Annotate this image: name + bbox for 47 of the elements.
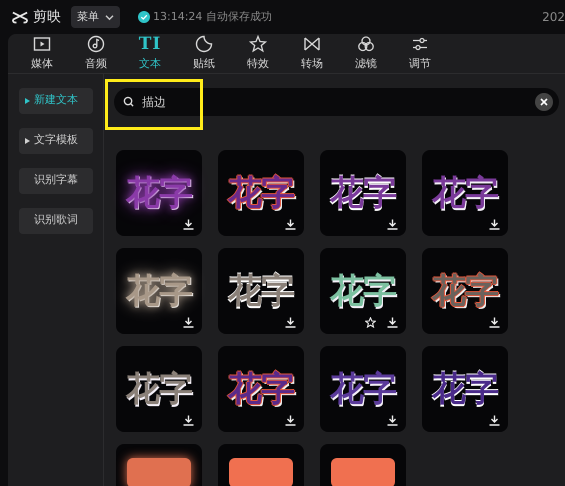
music-note-icon <box>86 34 106 54</box>
close-icon <box>540 98 548 106</box>
styled-text-preview: 花字 <box>330 176 396 210</box>
autosave-status: 13:14:24 自动保存成功 <box>153 8 272 25</box>
tab[interactable]: 调节 <box>393 34 447 72</box>
search-field[interactable]: 描边 <box>114 88 559 116</box>
text-glyph-icon: TI <box>138 34 162 54</box>
text-style-tile[interactable]: 花字 <box>116 248 202 334</box>
styled-text-preview: 花字 <box>432 274 498 308</box>
app-name: 剪映 <box>33 8 61 26</box>
expand-triangle-icon <box>24 98 30 104</box>
clear-button[interactable] <box>535 92 553 110</box>
sidebar-item[interactable]: 新建文本 <box>19 88 93 114</box>
styled-text-preview: 花字 <box>126 372 192 406</box>
styled-text-preview: 花字 <box>330 274 396 308</box>
logo-icon <box>10 9 30 25</box>
tab[interactable]: 贴纸 <box>177 34 231 72</box>
check-icon <box>138 11 150 23</box>
expand-triangle-icon <box>24 138 30 144</box>
styled-text-preview: 花字 <box>228 176 294 210</box>
tab[interactable]: 媒体 <box>15 34 69 72</box>
styled-text-preview: 花字 <box>432 372 498 406</box>
sidebar-item[interactable]: 文字模板 <box>19 128 93 154</box>
search-icon <box>123 96 134 107</box>
tab[interactable]: TI 文本 <box>123 34 177 72</box>
styled-text-preview: 花字 <box>126 274 192 308</box>
tab[interactable]: 音频 <box>69 34 123 72</box>
date-text: 202 <box>542 9 565 26</box>
tab[interactable]: 转场 <box>285 34 339 72</box>
text-style-tile[interactable]: 花字 <box>320 248 406 334</box>
filter-circles-icon <box>356 34 376 54</box>
search-input[interactable]: 描边 <box>142 92 527 110</box>
styled-text-preview: 花字 <box>228 372 294 406</box>
sparkle-star-icon <box>248 34 268 54</box>
text-style-tile[interactable]: 花字 <box>116 346 202 432</box>
tab[interactable]: 特效 <box>231 34 285 72</box>
styled-text-preview: 花字 <box>432 176 498 210</box>
text-style-tile[interactable]: 花字 <box>218 248 304 334</box>
tab[interactable]: 滤镜 <box>339 34 393 72</box>
caret-icon <box>105 14 114 20</box>
sidebar-item[interactable]: 识别歌词 <box>19 208 93 234</box>
styled-text-preview: 花字 <box>228 274 294 308</box>
styled-text-preview: 花字 <box>330 372 396 406</box>
sidebar-item[interactable]: 识别字幕 <box>19 168 93 194</box>
menu-dropdown[interactable]: 菜单 <box>71 6 120 28</box>
sticker-icon <box>194 34 214 54</box>
styled-text-preview: 花字 <box>126 176 192 210</box>
